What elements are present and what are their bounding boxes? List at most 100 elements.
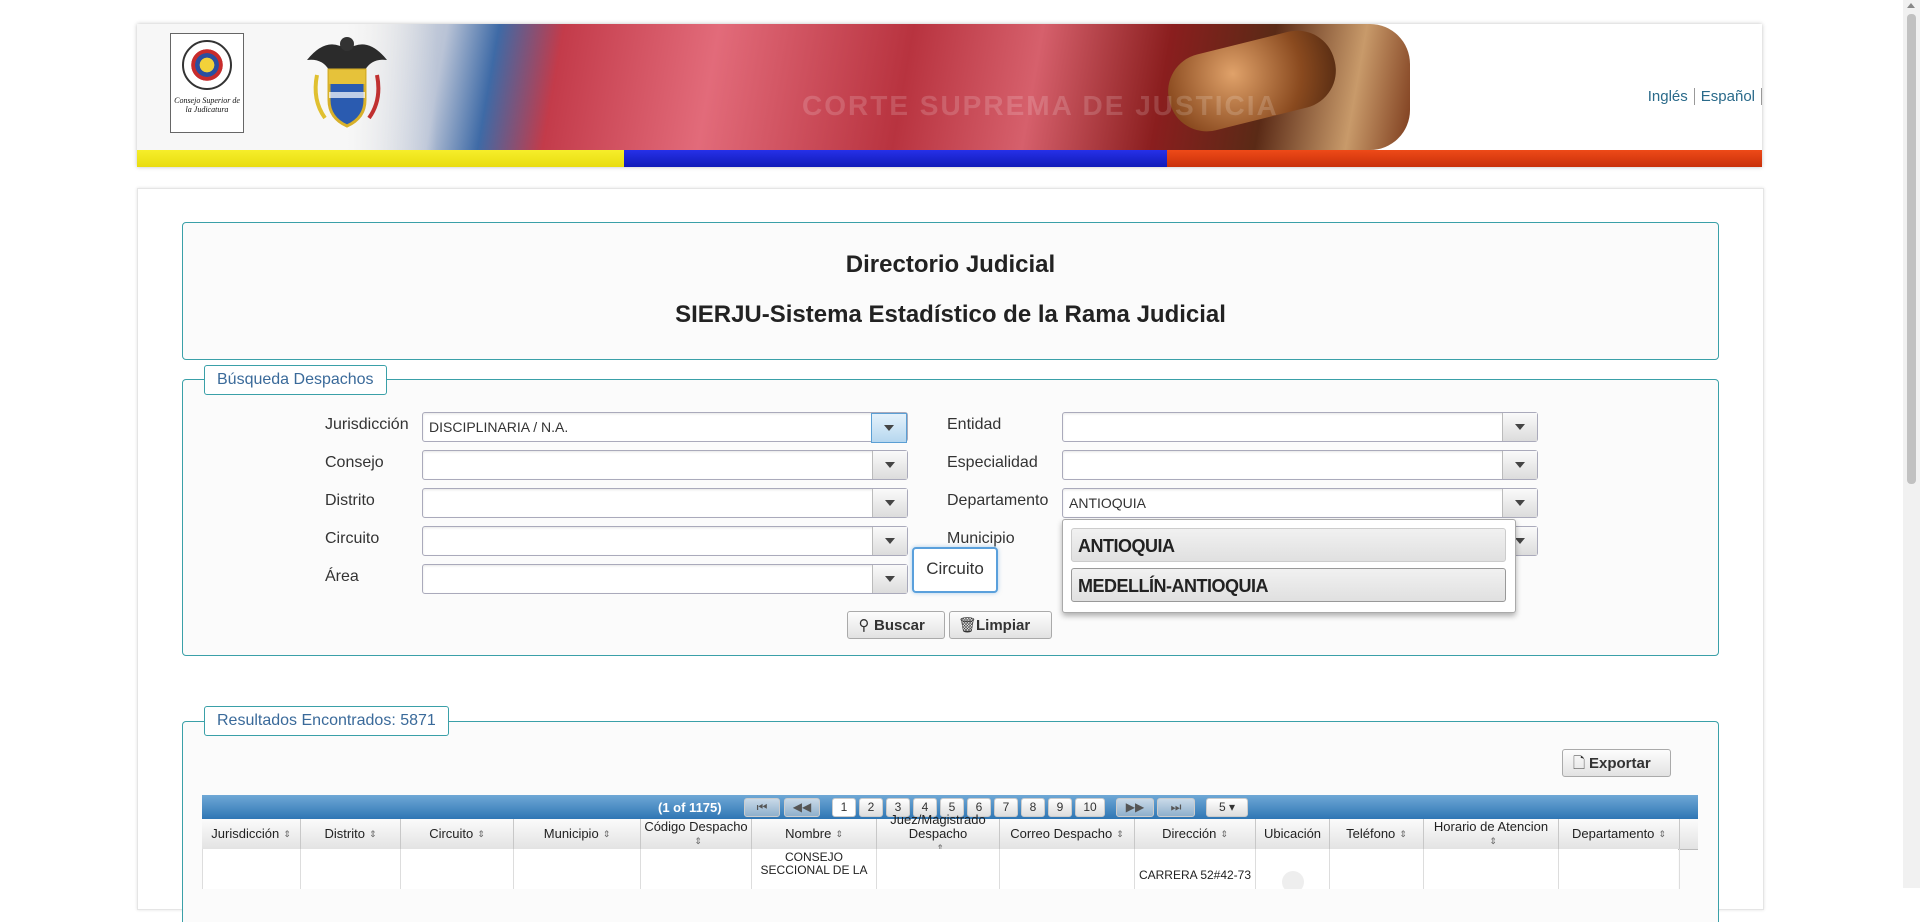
column-label: Dirección [1162, 826, 1217, 841]
sort-icon: ⇕ [477, 829, 485, 839]
cell [401, 849, 514, 889]
area-dropdown-button[interactable] [872, 565, 907, 593]
column-header[interactable]: Distrito ⇕ [301, 819, 401, 849]
area-select[interactable] [422, 564, 908, 594]
table-row: CONSEJO SECCIONAL DE LA CARRERA 52#42-73 [202, 849, 1680, 889]
exportar-label: Exportar [1589, 755, 1651, 772]
lang-spanish-link[interactable]: Español [1694, 88, 1762, 105]
cell [641, 849, 752, 889]
departamento-select[interactable]: ANTIOQUIA [1062, 488, 1538, 518]
flag-stripe-yellow [137, 150, 624, 167]
sort-icon: ⇕ [283, 829, 291, 839]
title-panel: Directorio Judicial SIERJU-Sistema Estad… [182, 222, 1719, 360]
page-button[interactable]: 8 [1021, 798, 1045, 817]
page-button[interactable]: 9 [1048, 798, 1072, 817]
page-subtitle: SIERJU-Sistema Estadístico de la Rama Ju… [675, 301, 1226, 328]
jurisdiccion-select[interactable]: DISCIPLINARIA / N.A. [422, 412, 908, 443]
gavel-image [1160, 24, 1344, 140]
column-header[interactable]: Juez/Magistrado Despacho ⇕ [877, 813, 1000, 853]
column-header[interactable]: Nombre ⇕ [752, 819, 877, 849]
page-button[interactable]: 1 [832, 798, 856, 817]
sort-icon: ⇕ [1220, 829, 1228, 839]
chevron-down-icon [1515, 500, 1525, 506]
page-button[interactable]: 2 [859, 798, 883, 817]
document-icon: 🗋 [1572, 755, 1586, 772]
buscar-button[interactable]: ⚲ Buscar [847, 611, 945, 639]
especialidad-label: Especialidad [947, 454, 1038, 471]
entidad-dropdown-button[interactable] [1502, 413, 1537, 441]
chevron-down-icon [884, 425, 894, 431]
sort-icon: ⇕ [1489, 836, 1497, 846]
chevron-down-icon [885, 538, 895, 544]
rows-per-page-value: 5 [1218, 800, 1226, 814]
municipio-label: Municipio [947, 530, 1015, 547]
trash-icon: 🗑 [958, 617, 978, 634]
language-switcher: Inglés Español [1641, 88, 1762, 105]
chevron-down-icon [1515, 538, 1525, 544]
column-label: Municipio [543, 826, 599, 841]
coat-of-arms-icon [307, 37, 387, 128]
column-header[interactable]: Circuito ⇕ [401, 819, 514, 849]
csj-logo: Consejo Superior de la Judicatura [170, 33, 244, 133]
departamento-dropdown-button[interactable] [1502, 489, 1537, 517]
especialidad-dropdown-button[interactable] [1502, 451, 1537, 479]
distrito-select[interactable] [422, 488, 908, 518]
dropdown-option[interactable]: ANTIOQUIA [1071, 528, 1506, 562]
column-header[interactable]: Código Despacho ⇕ [641, 819, 752, 849]
sort-icon: ⇕ [602, 829, 611, 839]
results-table-header: Jurisdicción ⇕ Distrito ⇕ Circuito ⇕ Munici… [202, 813, 1698, 853]
first-page-button[interactable]: ⏮ [744, 798, 780, 817]
sort-icon: ⇕ [1116, 829, 1124, 839]
next-page-button[interactable]: ▶▶ [1116, 798, 1154, 817]
distrito-dropdown-button[interactable] [872, 489, 907, 517]
scroll-up-icon[interactable] [1907, 3, 1915, 8]
jurisdiccion-label: Jurisdicción [325, 416, 409, 433]
search-legend: Búsqueda Despachos [204, 365, 387, 395]
especialidad-select[interactable] [1062, 450, 1538, 480]
circuito-dropdown-button[interactable] [872, 527, 907, 555]
column-header[interactable]: Municipio ⇕ [514, 819, 641, 849]
column-header[interactable]: Dirección ⇕ [1135, 819, 1256, 849]
circuito-label: Circuito [325, 530, 380, 547]
search-icon: ⚲ [858, 617, 870, 634]
column-header[interactable]: Teléfono ⇕ [1330, 819, 1424, 849]
column-header[interactable]: Horario de Atencion ⇕ [1424, 819, 1559, 849]
column-label: Código Despacho [644, 819, 748, 834]
page-scrollbar[interactable] [1903, 0, 1920, 888]
autocomplete-dropdown: ANTIOQUIA MEDELLÍN-ANTIOQUIA [1062, 519, 1516, 613]
buscar-label: Buscar [874, 617, 925, 634]
limpiar-button[interactable]: 🗑Limpiar [949, 611, 1052, 639]
cell-direccion: CARRERA 52#42-73 [1135, 849, 1256, 889]
page-button[interactable]: 7 [994, 798, 1018, 817]
map-pin-icon[interactable] [1281, 871, 1304, 889]
circuito-select[interactable] [422, 526, 908, 556]
lang-english-link[interactable]: Inglés [1641, 88, 1695, 105]
entidad-select[interactable] [1062, 412, 1538, 442]
chevron-down-icon [1515, 462, 1525, 468]
banner-watermark: CORTE SUPREMA DE JUSTICIA [802, 90, 1279, 121]
scrollbar-thumb[interactable] [1907, 14, 1916, 484]
field-tooltip: Circuito [912, 547, 998, 593]
column-label: Correo Despacho [1010, 826, 1113, 841]
column-label: Departamento [1572, 826, 1655, 841]
departamento-label: Departamento [947, 492, 1049, 509]
cell [1330, 849, 1424, 889]
page-button[interactable]: 10 [1075, 798, 1105, 817]
column-header[interactable]: Departamento ⇕ [1559, 819, 1680, 849]
column-header[interactable]: Correo Despacho ⇕ [1000, 819, 1135, 849]
jurisdiccion-dropdown-button[interactable] [871, 413, 907, 443]
dropdown-option[interactable]: MEDELLÍN-ANTIOQUIA [1071, 568, 1506, 602]
distrito-label: Distrito [325, 492, 375, 509]
flag-stripe-red [1167, 150, 1762, 167]
consejo-dropdown-button[interactable] [872, 451, 907, 479]
consejo-select[interactable] [422, 450, 908, 480]
prev-page-button[interactable]: ◀◀ [784, 798, 820, 817]
rows-per-page-select[interactable]: 5 ▾ [1206, 798, 1248, 817]
last-page-button[interactable]: ⏭ [1157, 798, 1195, 817]
column-header[interactable]: Jurisdicción ⇕ [202, 819, 301, 849]
cell [514, 849, 641, 889]
exportar-button[interactable]: 🗋 Exportar [1562, 749, 1671, 777]
limpiar-label: Limpiar [976, 617, 1031, 634]
page-info: (1 of 1175) [658, 800, 722, 815]
departamento-value: ANTIOQUIA [1069, 495, 1147, 511]
